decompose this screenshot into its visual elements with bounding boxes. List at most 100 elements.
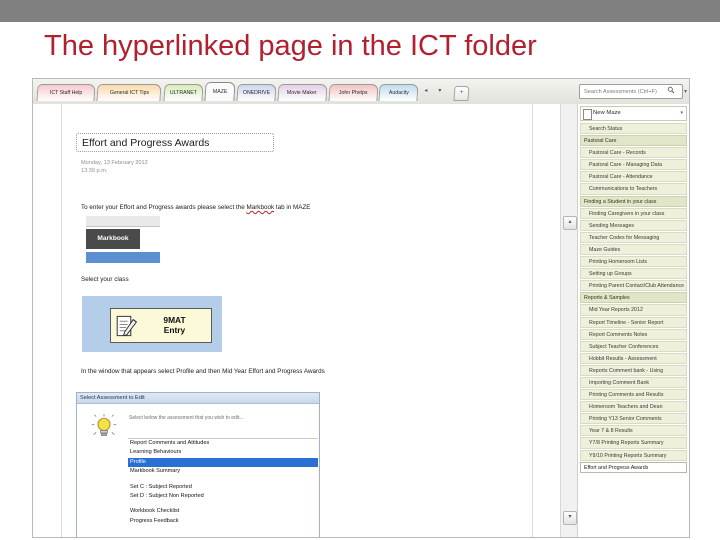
sidebar-item-setting-up-groups[interactable]: Setting up Groups [580,268,687,280]
assessment-item-label: Progress Feedback [130,517,179,524]
sidebar-item-label: Subject Teacher Conferences [589,343,659,350]
assessment-list-item[interactable]: Workbook Checklist [128,507,318,516]
sidebar-item-importing-comment-bank[interactable]: Importing Comment Bank [580,376,687,389]
new-sheet-button[interactable]: + [453,86,470,101]
select-class-label: Select your class [81,276,129,283]
sidebar-item-pastoral-care-attendance[interactable]: Pastoral Care - Attendance [580,171,687,183]
assessment-list-item[interactable]: Set D : Subject Non Reported [128,492,318,501]
assessment-item-label: Learning Behaviours [130,449,182,456]
assessment-item-label: Workbook Checklist [130,508,180,515]
assessment-item-label: Report Comments and Attitudes [130,440,210,446]
workbook-tab-john-phelps[interactable]: John Phelps [327,84,378,101]
screenshot-frame: ICT Staff Help General ICT Tips ULTRANET MA… [32,78,690,538]
assessment-item-label: Markbook Summary [130,468,181,475]
sidebar-item-label: Finding a Student in your class [584,198,657,205]
workbook-tab-label: Audacity [388,90,409,96]
sidebar-item-communications-to-teachers[interactable]: Communications to Teachers [580,183,687,195]
sidebar-item-label: Teacher Codes for Messaging [589,234,660,241]
assessment-list-item[interactable]: Progress Feedback [128,517,318,526]
sidebar-header-label: New Maze [593,110,621,116]
chevron-down-icon[interactable]: ▾ [680,107,683,120]
workbook-tab-general-ict-tips[interactable]: General ICT Tips [96,84,163,101]
tab-prev-button[interactable]: ◂ [424,87,427,94]
sidebar-item-label: Mid Year Reports 2012 [589,307,643,314]
sidebar-item-label: Reports & Samples [584,295,630,302]
page-title: The hyperlinked page in the ICT folder [44,30,537,62]
sidebar-item-pastoral-care[interactable]: Pastoral Care [580,135,687,147]
sidebar-item-maze-guides[interactable]: Maze Guides [580,243,687,256]
sidebar-item-printing-comments-and-results[interactable]: Printing Comments and Results [580,389,687,401]
document-pane: Effort and Progress Awards Monday, 13 Fe… [33,104,561,537]
sidebar: New Maze ▾ Search Status Pastoral Care Pas… [578,104,689,537]
sidebar-item-pastoral-care-managing-data[interactable]: Pastoral Care - Managing Data [580,159,687,171]
sidebar-item-printing-parent-contact-club-attendance[interactable]: Printing Parent Contact/Club Attendance [580,280,687,292]
sidebar-item-subject-teacher-conferences[interactable]: Subject Teacher Conferences [580,340,687,352]
sidebar-item-label: Effort and Progress Awards [584,464,649,471]
sidebar-item-search-status[interactable]: Search Status [580,123,687,135]
sidebar-item-printing-y13-senior-comments[interactable]: Printing Y13 Senior Comments [580,413,687,425]
document-sheet: Effort and Progress Awards Monday, 13 Fe… [61,104,533,537]
workbook-tab-label: ICT Staff Help [49,90,83,96]
sidebar-item-label: Communications to Teachers [589,186,658,193]
workbook-tab-label: MAZE [212,89,227,95]
vertical-scrollbar[interactable]: ▴ ▾ [561,104,578,537]
workbook-tab-movie-maker[interactable]: Movie Maker [277,84,328,101]
workbook-content: Effort and Progress Awards Monday, 13 Fe… [33,104,689,537]
tab-next-button[interactable]: ▾ [438,87,441,94]
sidebar-item-reports-samples[interactable]: Reports & Samples [580,292,687,304]
workbook-tab-ict-staff-help[interactable]: ICT Staff Help [36,84,96,101]
lightbulb-icon [91,414,117,437]
sidebar-item-label: Y9/10 Printing Reports Summary [589,452,667,459]
sidebar-item-label: Pastoral Care - Records [589,150,646,157]
markbook-link[interactable]: Markbook [246,204,274,211]
sidebar-item-finding-a-student-in-your-class[interactable]: Finding a Student in your class [580,195,687,207]
sidebar-item-reports-comment-bank-using[interactable]: Reports Comment bank - Using [580,364,687,376]
class-entry-line2: Entry [163,324,186,335]
page-icon [583,109,592,120]
sidebar-item-label: Printing Homeroom Lists [589,259,647,266]
sidebar-item-sending-messages[interactable]: Sending Messages [580,219,687,231]
document-title: Effort and Progress Awards [76,133,274,152]
assessment-list-item[interactable]: Learning Behaviours [128,448,318,457]
scroll-down-button[interactable]: ▾ [563,511,577,525]
markbook-button[interactable]: Markbook [86,229,140,249]
sidebar-item-label: Printing Comments and Results [589,392,664,399]
sidebar-item-label: Printing Parent Contact/Club Attendance [589,283,685,290]
sidebar-item-hobbit-results-assessment[interactable]: Hobbit Results - Assessment [580,352,687,364]
assessment-list-item[interactable]: Set C : Subject Reported [128,483,318,492]
sidebar-item-mid-year-reports-2012[interactable]: Mid Year Reports 2012 [580,304,687,316]
assessment-list-item[interactable]: Profile [128,457,318,468]
assessment-list[interactable]: Report Comments and Attitudes Learning Be… [128,438,318,526]
sidebar-item-printing-homeroom-lists[interactable]: Printing Homeroom Lists [580,256,687,268]
instruction-line-2: In the window that appears select Profil… [81,368,325,375]
workbook-tab-maze[interactable]: MAZE [204,82,236,101]
sidebar-item-teacher-codes-for-messaging[interactable]: Teacher Codes for Messaging [580,231,687,243]
sidebar-item-y7-8-printing-reports-summary[interactable]: Y7/8 Printing Reports Summary [580,437,687,449]
sidebar-item-finding-caregivers-in-your-class[interactable]: Finding Caregivers in your class [580,207,687,219]
document-time: 13:39 p.m. [81,168,108,174]
search-caret-icon[interactable]: ▾ [684,88,687,95]
sidebar-item-label: Pastoral Care - Managing Data [589,162,663,169]
scroll-up-button[interactable]: ▴ [563,216,577,230]
workbook-tab-label: John Phelps [338,90,368,96]
class-entry-button[interactable]: 9MAT Entry [110,308,212,343]
sidebar-item-homeroom-teachers-and-dean[interactable]: Homeroom Teachers and Dean [580,401,687,413]
sidebar-item-label: Report Timeline - Senior Report [589,319,664,326]
workbook-tab-audacity[interactable]: Audacity [378,84,419,101]
workbook-tab-label: ONEDRIVE [242,90,270,96]
sidebar-item-report-comments-notes[interactable]: Report Comments Notes [580,328,687,340]
workbook-tab-onedrive[interactable]: ONEDRIVE [236,84,277,101]
sidebar-item-pastoral-care-records[interactable]: Pastoral Care - Records [580,147,687,159]
sidebar-item-y9-10-printing-reports-summary[interactable]: Y9/10 Printing Reports Summary [580,449,687,461]
sidebar-item-effort-and-progress-awards[interactable]: Effort and Progress Awards [580,461,687,473]
assessment-item-label: Set C : Subject Reported [130,483,192,490]
assessment-list-item[interactable]: Report Comments and Attitudes [128,439,318,448]
sidebar-item-report-timeline-senior-report[interactable]: Report Timeline - Senior Report [580,316,687,328]
sidebar-item-year-7-8-results[interactable]: Year 7 & 8 Results [580,425,687,437]
sidebar-header[interactable]: New Maze ▾ [580,106,687,121]
assessment-list-item[interactable]: Markbook Summary [128,467,318,476]
workbook-tab-ultranet[interactable]: ULTRANET [162,84,204,101]
sidebar-item-label: Sending Messages [589,222,635,229]
workbook-tab-strip: ICT Staff Help General ICT Tips ULTRANET MA… [33,79,689,105]
sidebar-item-label: Setting up Groups [589,271,632,278]
